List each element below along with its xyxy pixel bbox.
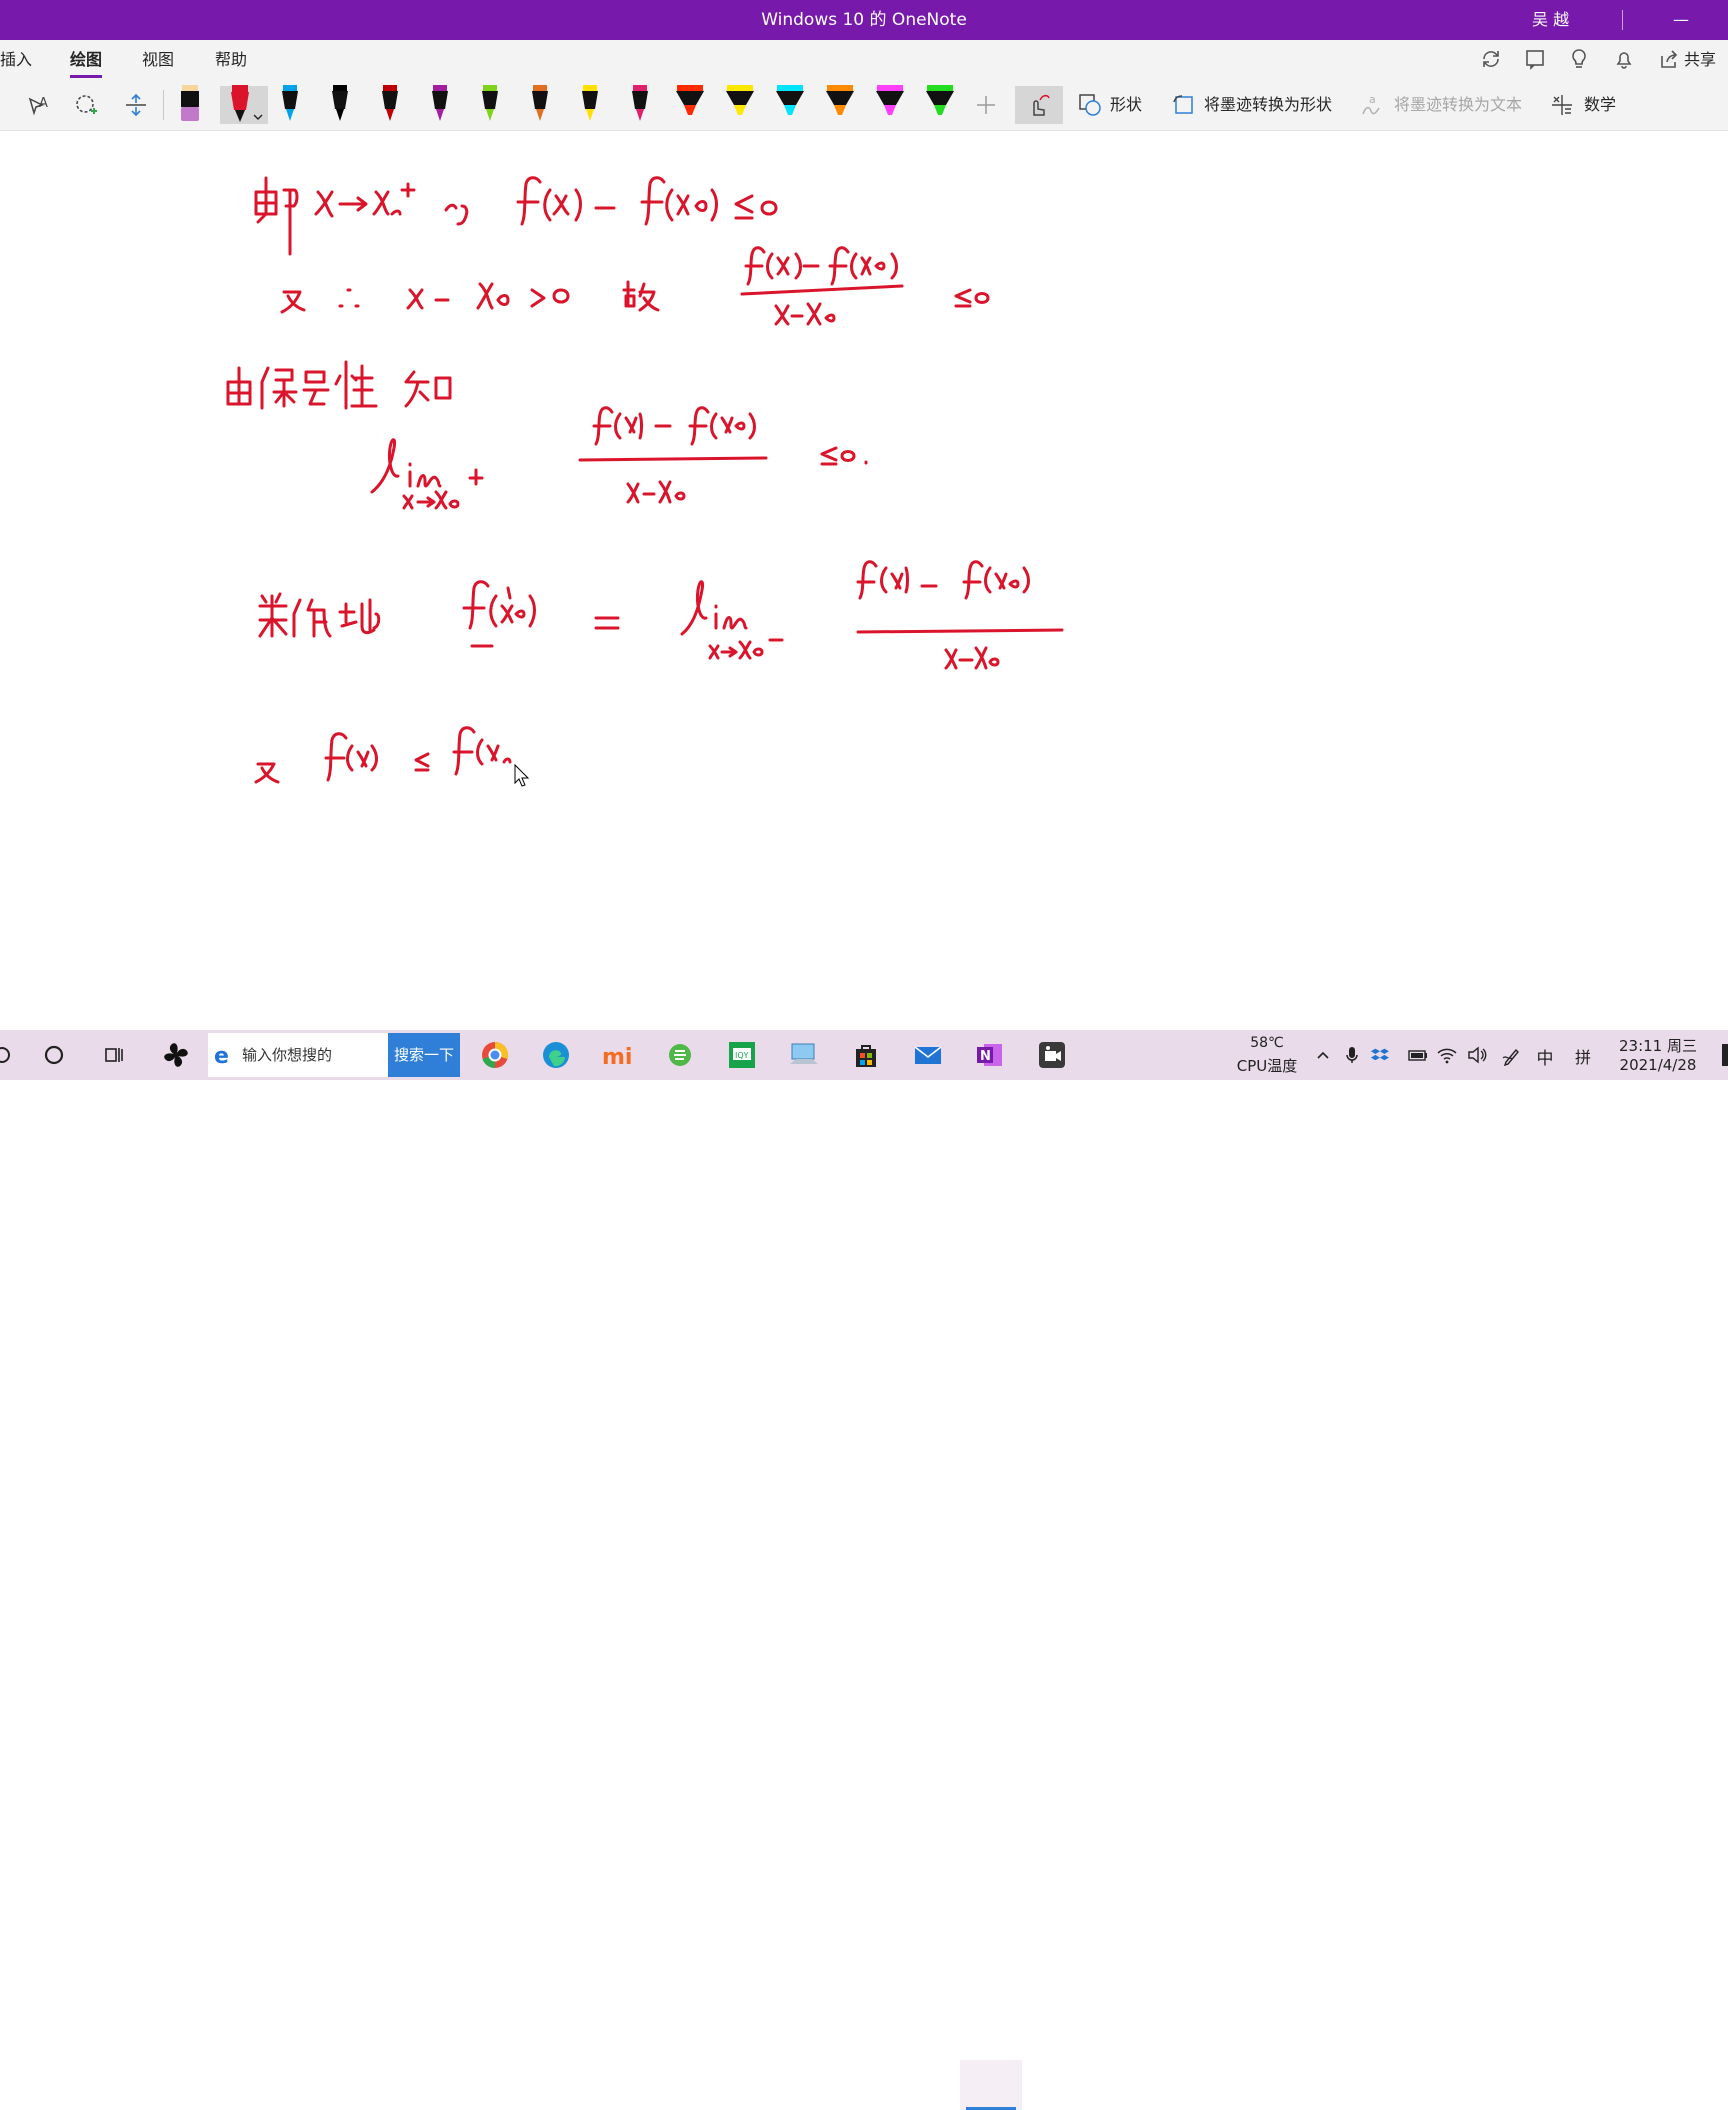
pen-4[interactable] — [320, 85, 360, 124]
svg-text:a: a — [1369, 93, 1376, 106]
cpu-temp: 58℃ — [1250, 1035, 1284, 1051]
clock-date[interactable]: 2021/4/28 — [1610, 1056, 1706, 1074]
math-icon[interactable] — [1542, 86, 1582, 124]
pen-3[interactable] — [270, 85, 310, 124]
pen-workspace-icon[interactable] — [1496, 1035, 1526, 1075]
mail-icon[interactable] — [908, 1035, 948, 1075]
svg-text:N: N — [980, 1049, 991, 1064]
lightbulb-icon[interactable] — [1566, 48, 1592, 74]
pinwheel-app-icon[interactable] — [156, 1035, 196, 1075]
highlighter-13[interactable] — [770, 85, 810, 124]
svg-text:IQY: IQY — [735, 1051, 749, 1060]
highlighter-12[interactable] — [720, 85, 760, 124]
highlighter-15[interactable] — [870, 85, 910, 124]
ink-canvas — [226, 176, 1064, 787]
dropbox-icon[interactable] — [1366, 1035, 1394, 1075]
math-label[interactable]: 数学 — [1584, 80, 1616, 130]
type-text-icon[interactable]: A — [18, 86, 58, 124]
search-button[interactable]: 搜索一下 — [388, 1033, 460, 1077]
volume-icon[interactable] — [1462, 1035, 1492, 1075]
ink-to-text-icon[interactable]: a — [1352, 86, 1392, 124]
tab-draw[interactable]: 绘图 — [70, 40, 103, 80]
ime-language[interactable]: 中 — [1530, 1044, 1560, 1069]
add-pen-icon[interactable] — [966, 86, 1006, 124]
ink-line-6 — [254, 726, 512, 784]
window-title: Windows 10 的 OneNote — [761, 10, 967, 30]
pen-9[interactable] — [570, 85, 610, 124]
wifi-icon[interactable] — [1432, 1035, 1462, 1075]
highlighter-14[interactable] — [820, 85, 860, 124]
pen-5[interactable] — [370, 85, 410, 124]
edge-icon[interactable] — [536, 1035, 576, 1075]
taskbar: e 输入你想搜的 搜索一下 mi IQY N 58℃ CPU温度 中 拼 23:… — [0, 1030, 1728, 2110]
add-space-icon[interactable] — [116, 86, 156, 124]
tab-insert[interactable]: 插入 — [0, 40, 32, 80]
onenote-taskbar-highlight — [960, 2060, 1022, 2110]
draw-with-touch-icon[interactable] — [1015, 86, 1063, 124]
highlighter-11[interactable] — [670, 85, 710, 124]
ink-line-4 — [370, 406, 868, 510]
ink-to-text-label[interactable]: 将墨迹转换为文本 — [1394, 80, 1522, 130]
ie-browser-icon[interactable] — [660, 1035, 700, 1075]
start-button[interactable] — [0, 1035, 22, 1075]
ie-icon: e — [214, 1044, 229, 1067]
minimize-button[interactable]: — — [1660, 0, 1702, 40]
lasso-select-icon[interactable] — [66, 86, 106, 124]
microphone-icon[interactable] — [1338, 1035, 1366, 1075]
shapes-icon[interactable] — [1070, 86, 1110, 124]
iqiyi-icon[interactable]: IQY — [722, 1035, 762, 1075]
user-name[interactable]: 吴 越 — [1532, 0, 1569, 40]
cortana-icon[interactable] — [34, 1035, 74, 1075]
title-separator — [1622, 10, 1623, 30]
ink-line-2 — [280, 246, 990, 326]
battery-icon[interactable] — [1404, 1035, 1432, 1075]
svg-text:A: A — [39, 96, 48, 111]
svg-text:e: e — [214, 1044, 229, 1067]
ribbon-tabs: 插入 绘图 视图 帮助 共享 — [0, 40, 1728, 80]
notebook-icon[interactable] — [1522, 48, 1548, 74]
ink-line-3 — [226, 360, 452, 410]
chevron-up-icon[interactable] — [1308, 1035, 1338, 1075]
tab-view[interactable]: 视图 — [142, 40, 174, 80]
ink-to-shape-icon[interactable] — [1164, 86, 1204, 124]
bell-icon[interactable] — [1611, 48, 1637, 74]
highlighter-1[interactable] — [170, 85, 210, 124]
pen-8[interactable] — [520, 85, 560, 124]
task-view-icon[interactable] — [94, 1035, 134, 1075]
sync-icon[interactable] — [1478, 48, 1504, 74]
tab-help[interactable]: 帮助 — [215, 40, 247, 80]
ime-mode[interactable]: 拼 — [1568, 1044, 1598, 1068]
pen-10[interactable] — [620, 85, 660, 124]
toolbar-divider — [163, 90, 164, 120]
highlighter-16[interactable] — [920, 85, 960, 124]
ink-to-shape-label[interactable]: 将墨迹转换为形状 — [1204, 80, 1332, 130]
clock-time[interactable]: 23:11 周三 — [1610, 1035, 1706, 1056]
taskbar-search[interactable]: e 输入你想搜的 — [208, 1033, 388, 1077]
show-desktop-button[interactable] — [1722, 1044, 1728, 1066]
shapes-label[interactable]: 形状 — [1110, 80, 1142, 130]
this-pc-icon[interactable] — [784, 1035, 824, 1075]
onenote-icon[interactable]: N — [970, 1035, 1010, 1075]
note-page[interactable] — [0, 131, 1728, 1030]
cpu-temp-label: CPU温度 — [1236, 1057, 1298, 1075]
pen-6[interactable] — [420, 85, 460, 124]
store-icon[interactable] — [846, 1035, 886, 1075]
mouse-cursor-icon — [514, 763, 530, 787]
search-placeholder: 输入你想搜的 — [242, 1046, 333, 1064]
mi-app-icon[interactable]: mi — [598, 1035, 638, 1075]
share-button[interactable]: 共享 — [1684, 40, 1716, 80]
camera-app-icon[interactable] — [1032, 1035, 1072, 1075]
pen-7[interactable] — [470, 85, 510, 124]
chrome-icon[interactable] — [475, 1035, 515, 1075]
share-icon[interactable] — [1656, 48, 1682, 74]
ink-line-1 — [254, 176, 778, 256]
ink-line-5 — [258, 560, 1064, 670]
title-bar: Windows 10 的 OneNote 吴 越 — — [0, 0, 1728, 40]
draw-toolbar: A 形状 将墨迹转换为形状 a 将墨迹转换为文本 数学 — [0, 80, 1728, 131]
svg-text:mi: mi — [602, 1045, 632, 1070]
pen-2[interactable] — [220, 85, 268, 124]
